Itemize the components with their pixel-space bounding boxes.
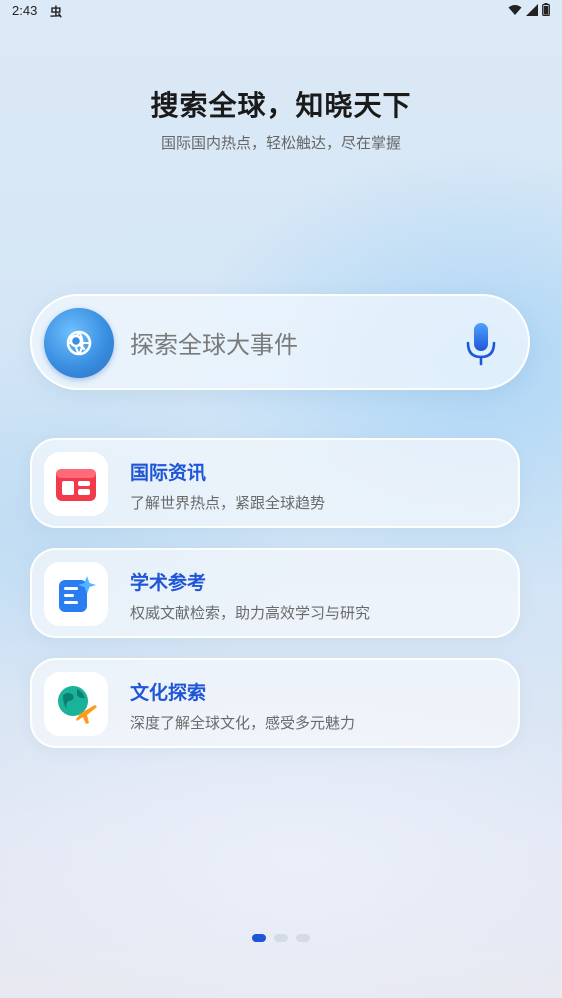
card-description: 深度了解全球文化，感受多元魅力 bbox=[130, 714, 356, 732]
card-title: 文化探索 bbox=[130, 682, 207, 704]
battery-icon bbox=[542, 3, 550, 16]
card-culture-explore[interactable]: 文化探索 深度了解全球文化，感受多元魅力 bbox=[30, 658, 520, 748]
page-title: 搜索全球，知晓天下 bbox=[150, 89, 412, 122]
page-subtitle: 国际国内热点，轻松触达，尽在掌握 bbox=[160, 134, 401, 152]
search-bar[interactable] bbox=[30, 294, 530, 390]
academic-doc-icon bbox=[44, 562, 108, 626]
app-notification-icon: 虫 bbox=[50, 5, 63, 19]
status-bar: 2:43 虫 bbox=[0, 0, 562, 22]
pager-dot-active[interactable] bbox=[252, 934, 266, 942]
signal-icon bbox=[526, 3, 538, 16]
pager-dot[interactable] bbox=[274, 934, 288, 942]
card-international-news[interactable]: 国际资讯 了解世界热点，紧跟全球趋势 bbox=[30, 438, 520, 528]
pager-dot[interactable] bbox=[296, 934, 310, 942]
card-description: 了解世界热点，紧跟全球趋势 bbox=[130, 494, 326, 512]
status-icons bbox=[508, 3, 550, 16]
card-title: 学术参考 bbox=[130, 572, 207, 594]
wifi-icon bbox=[508, 4, 522, 15]
globe-travel-icon bbox=[44, 672, 108, 736]
card-description: 权威文献检索，助力高效学习与研究 bbox=[130, 604, 371, 622]
search-input[interactable] bbox=[128, 324, 452, 366]
card-title: 国际资讯 bbox=[130, 462, 207, 484]
news-icon bbox=[44, 452, 108, 516]
pager-dots bbox=[0, 934, 562, 942]
microphone-icon[interactable] bbox=[464, 322, 498, 366]
globe-search-icon[interactable] bbox=[44, 308, 114, 378]
card-academic-reference[interactable]: 学术参考 权威文献检索，助力高效学习与研究 bbox=[30, 548, 520, 638]
status-time: 2:43 bbox=[12, 3, 38, 18]
